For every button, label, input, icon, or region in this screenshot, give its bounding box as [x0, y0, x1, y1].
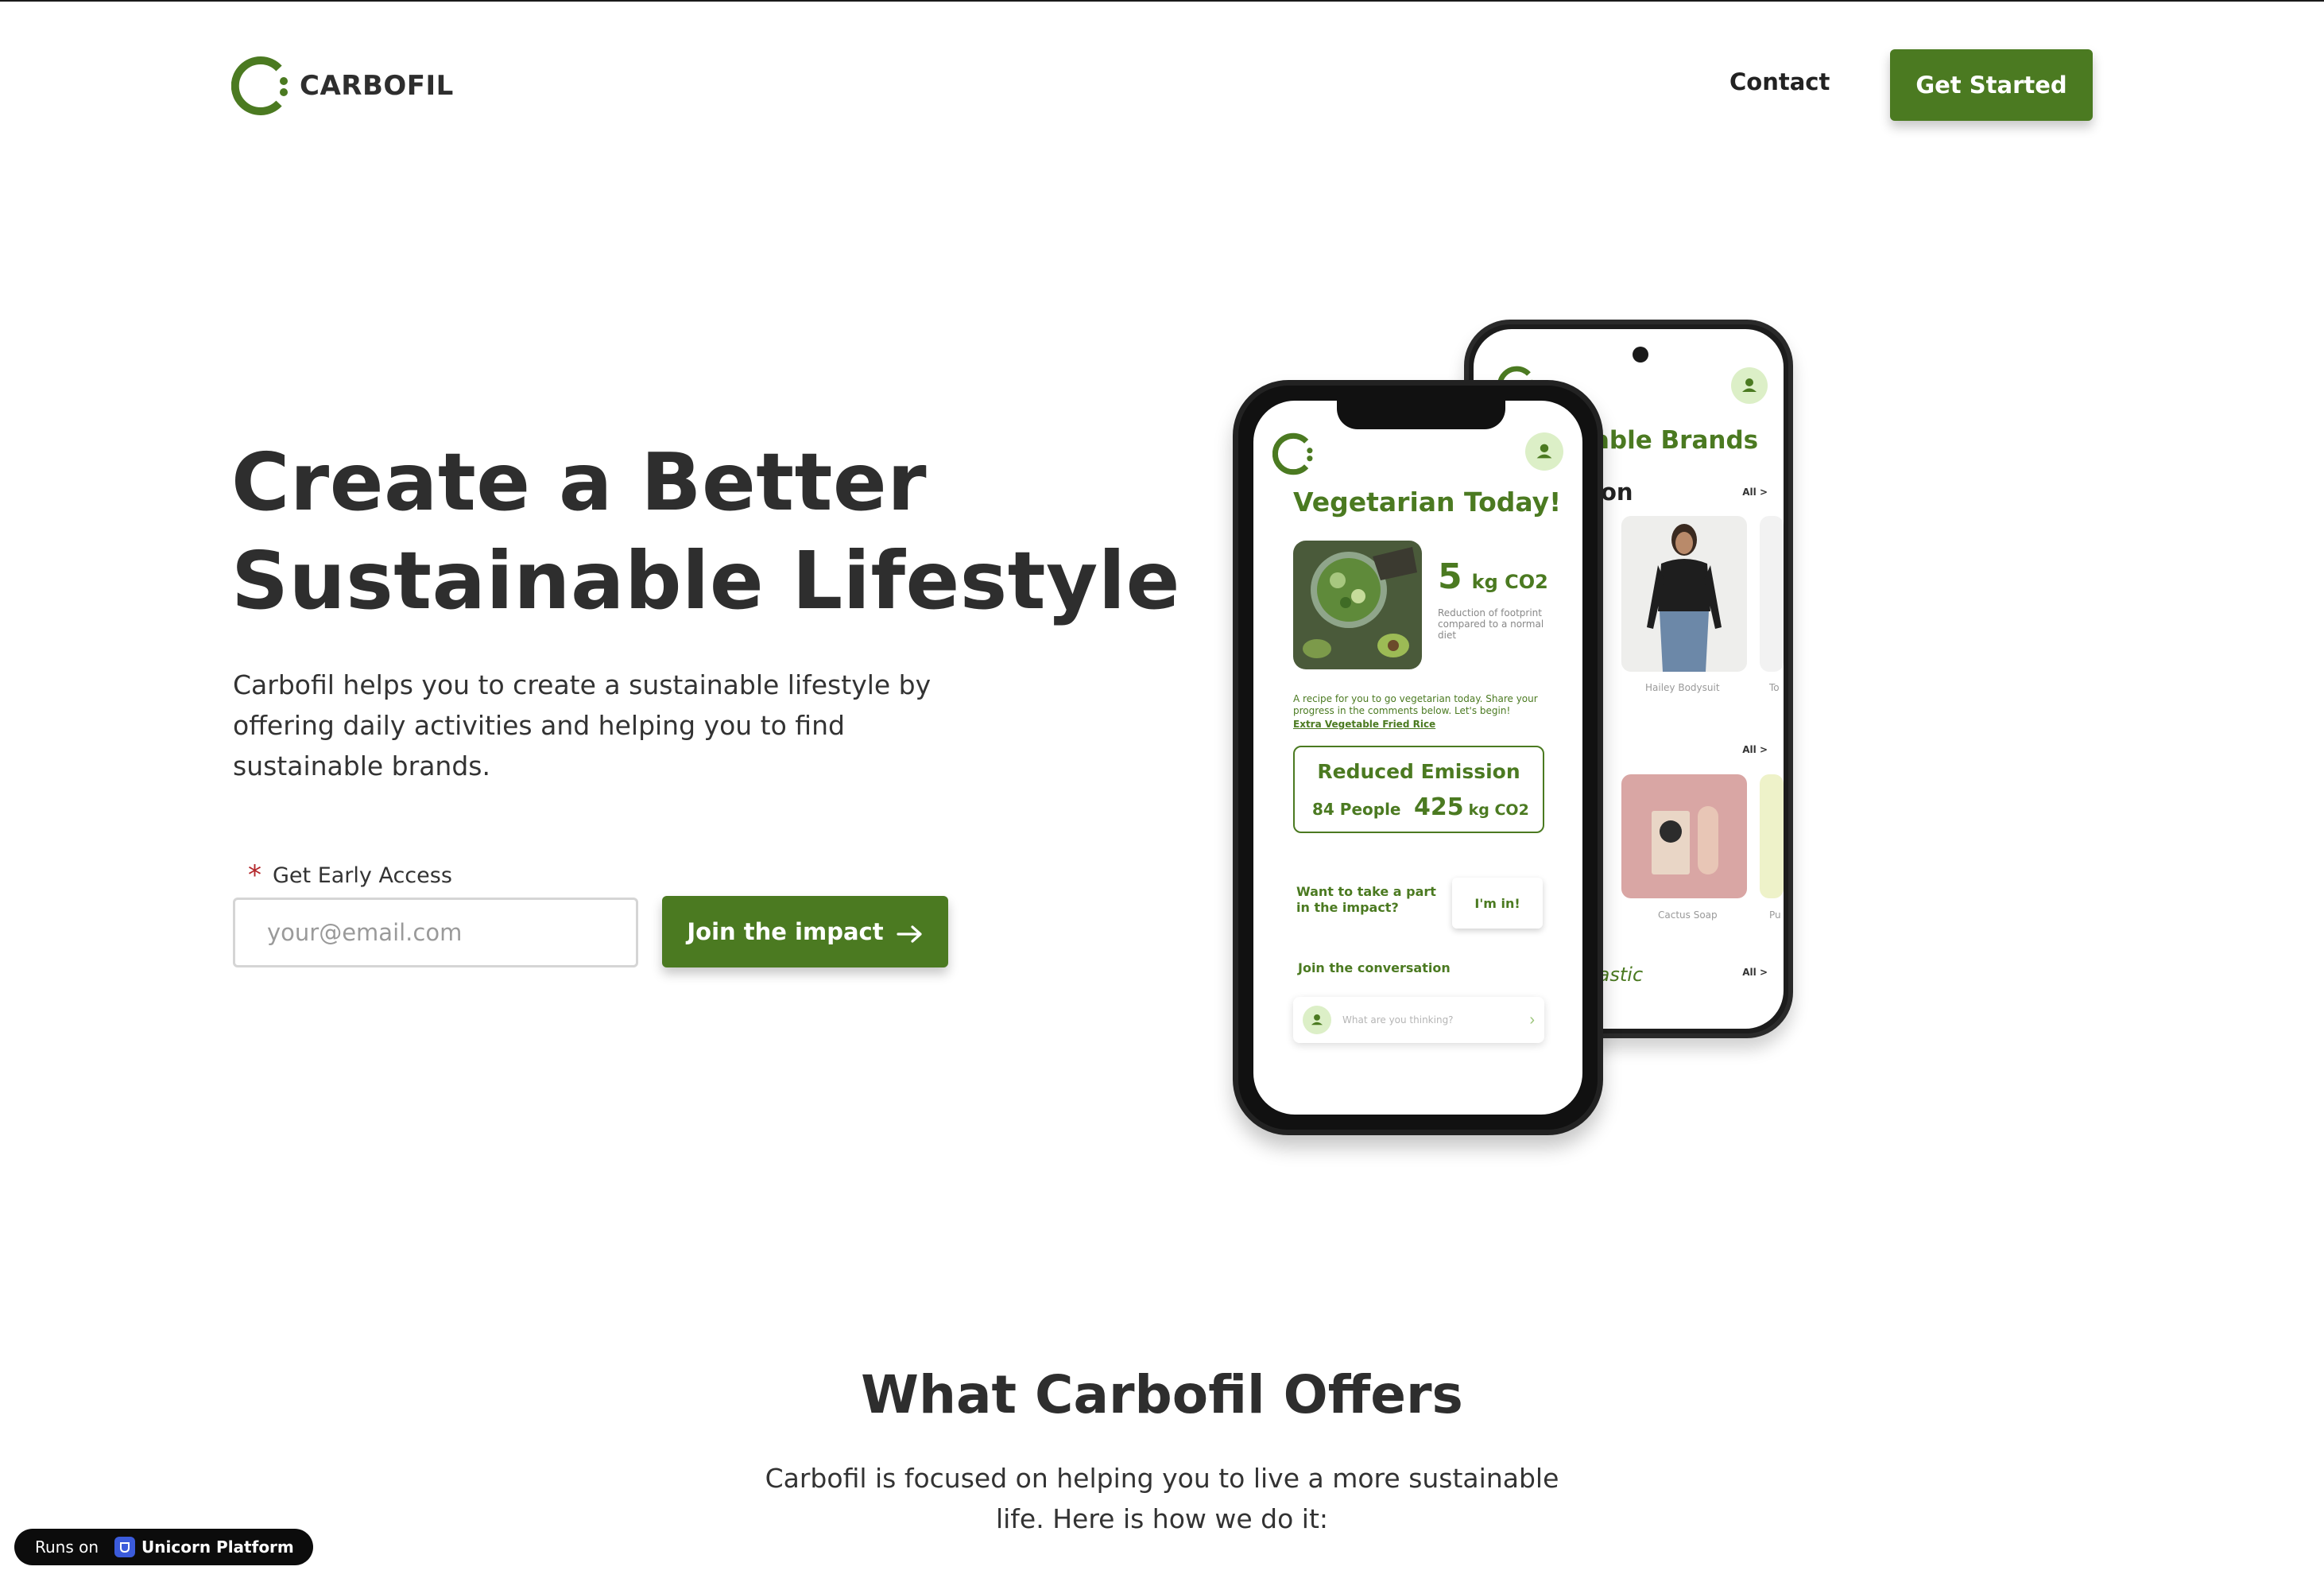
chevron-right-icon[interactable]: ›: [1529, 1011, 1535, 1029]
arrow-right-icon: [897, 922, 924, 943]
emission-people: 84 People: [1312, 800, 1401, 819]
runs-on-badge[interactable]: Runs on Unicorn Platform: [14, 1529, 313, 1565]
unicorn-platform-icon: [114, 1537, 136, 1557]
join-impact-label: Join the impact: [687, 918, 884, 945]
user-avatar-icon: [1303, 1006, 1331, 1034]
offers-description: Carbofil is focused on helping you to li…: [765, 1463, 1559, 1534]
hero-title-line-1: Create a Better: [231, 436, 928, 529]
im-in-button[interactable]: I'm in!: [1452, 878, 1543, 929]
all-link[interactable]: All >: [1742, 967, 1768, 978]
carbofil-logo-icon: [1272, 432, 1315, 475]
product-card-bodysuit[interactable]: [1621, 516, 1747, 672]
conversation-input[interactable]: What are you thinking? ›: [1293, 997, 1544, 1043]
runs-on-text: Runs on: [35, 1537, 99, 1557]
brand-name: CARBOFIL: [300, 70, 454, 102]
nav-contact-link[interactable]: Contact: [1729, 68, 1830, 95]
early-access-label: * Get Early Access: [248, 862, 452, 889]
co2-unit: kg CO2: [1471, 571, 1548, 593]
profile-avatar-icon[interactable]: [1525, 432, 1563, 471]
join-impact-button[interactable]: Join the impact: [662, 896, 948, 967]
product-card-cactus-soap[interactable]: [1621, 774, 1747, 898]
phone-notch: [1337, 401, 1505, 429]
reduced-emission-card: Reduced Emission 84 People 425 kg CO2: [1293, 746, 1544, 833]
early-access-label-text: Get Early Access: [273, 863, 452, 888]
emission-value: 425 kg CO2: [1414, 793, 1529, 821]
all-link[interactable]: All >: [1742, 487, 1768, 498]
product-caption: Pu: [1769, 909, 1781, 921]
profile-avatar-icon: [1731, 367, 1768, 404]
vegetarian-today-title: Vegetarian Today!: [1293, 487, 1562, 518]
sustainable-brands-title: able Brands: [1593, 426, 1759, 455]
get-started-button[interactable]: Get Started: [1890, 49, 2093, 121]
product-card-partial: [1760, 516, 1784, 672]
offers-title: What Carbofil Offers: [861, 1364, 1463, 1425]
co2-note: Reduction of footprint compared to a nor…: [1438, 607, 1544, 641]
salad-photo: [1293, 541, 1422, 669]
product-caption: Cactus Soap: [1658, 909, 1718, 921]
conversation-title: Join the conversation: [1298, 960, 1451, 975]
emission-unit: kg CO2: [1468, 801, 1529, 819]
brand-logo[interactable]: CARBOFIL: [230, 56, 454, 116]
carbofil-logo-icon: [230, 56, 292, 116]
product-caption: Hailey Bodysuit: [1645, 682, 1720, 693]
platform-name: Unicorn Platform: [141, 1537, 294, 1557]
product-card-partial: [1760, 774, 1784, 898]
email-input[interactable]: [233, 898, 638, 967]
recipe-description: A recipe for you to go vegetarian today.…: [1293, 693, 1538, 716]
impact-question: Want to take a part in the impact?: [1296, 884, 1436, 915]
camera-icon: [1633, 347, 1648, 363]
recipe-link[interactable]: Extra Vegetable Fried Rice: [1293, 719, 1435, 730]
phone-mockup-front: Vegetarian Today! 5 kg CO2 Reduction of …: [1233, 380, 1603, 1135]
hero-description: Carbofil helps you to create a sustainab…: [233, 669, 932, 781]
conversation-placeholder: What are you thinking?: [1342, 1014, 1454, 1026]
hero-title: Create a Better Sustainable Lifestyle: [231, 433, 1180, 630]
hero-title-line-2: Sustainable Lifestyle: [231, 534, 1180, 627]
co2-number: 5: [1438, 556, 1462, 597]
emission-number: 425: [1414, 793, 1464, 821]
required-marker: *: [248, 859, 261, 891]
co2-saved-value: 5 kg CO2: [1438, 556, 1548, 597]
product-caption: To: [1769, 682, 1780, 693]
all-link[interactable]: All >: [1742, 744, 1768, 755]
emission-title: Reduced Emission: [1317, 760, 1520, 783]
window-top-border: [0, 0, 2324, 2]
phone-front-screen: Vegetarian Today! 5 kg CO2 Reduction of …: [1253, 401, 1582, 1115]
